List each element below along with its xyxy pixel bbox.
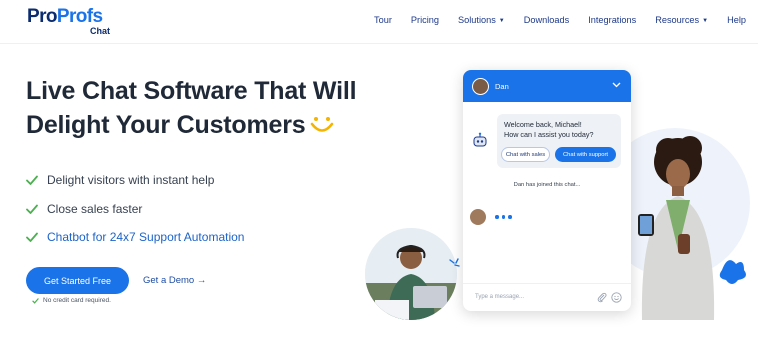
- chat-widget: Dan Welcome back, Michael! How can I ass…: [463, 70, 631, 311]
- splash-icon: [719, 260, 746, 284]
- customer-illustration: [628, 130, 738, 320]
- sparkle-icon: [449, 258, 460, 267]
- agent-avatar: [470, 209, 486, 225]
- message-input[interactable]: Type a message...: [475, 294, 524, 300]
- chevron-down-icon: ▼: [498, 18, 505, 24]
- feature-text: Close sales faster: [47, 201, 143, 216]
- agent-avatar: [472, 77, 489, 95]
- nav-tour[interactable]: Tour: [374, 15, 392, 25]
- nav-solutions[interactable]: Solutions ▼: [458, 15, 505, 25]
- customer-image: [638, 136, 715, 320]
- nav-downloads[interactable]: Downloads: [524, 15, 569, 25]
- no-credit-card-note: No credit card required.: [32, 297, 111, 304]
- logo-subtitle: Chat: [90, 26, 110, 36]
- get-demo-link[interactable]: Get a Demo →: [143, 275, 206, 286]
- check-icon: [32, 298, 39, 304]
- agent-image: [365, 228, 457, 320]
- chat-with-sales-button[interactable]: Chat with sales: [501, 147, 550, 162]
- logo-wordmark: ProProfs: [27, 6, 103, 27]
- get-started-button[interactable]: Get Started Free: [26, 267, 129, 294]
- chevron-down-icon[interactable]: [612, 82, 621, 88]
- check-icon: [26, 175, 38, 186]
- agent-name: Dan: [495, 81, 509, 91]
- chat-header[interactable]: Dan: [463, 70, 631, 102]
- check-icon: [26, 232, 38, 243]
- feature-item: Delight visitors with instant help: [26, 166, 244, 195]
- feature-list: Delight visitors with instant help Close…: [26, 166, 244, 252]
- proprofs-chat-logo[interactable]: ProProfs Chat: [27, 6, 117, 38]
- check-icon: [26, 204, 38, 214]
- chat-with-support-button[interactable]: Chat with support: [555, 147, 616, 162]
- headline-line-1: Live Chat Software That Will: [26, 77, 357, 105]
- feature-item: Close sales faster: [26, 195, 244, 224]
- bot-icon: [473, 132, 487, 147]
- feature-item-link[interactable]: Chatbot for 24x7 Support Automation: [26, 223, 244, 252]
- typing-indicator: [495, 215, 512, 219]
- nav-pricing[interactable]: Pricing: [411, 15, 439, 25]
- attachment-icon[interactable]: [597, 292, 607, 303]
- nav-help[interactable]: Help: [727, 15, 746, 25]
- top-navbar: ProProfs Chat Tour Pricing Solutions ▼ Do…: [0, 0, 758, 44]
- main-menu: Tour Pricing Solutions ▼ Downloads Integr…: [355, 15, 746, 25]
- feature-text[interactable]: Chatbot for 24x7 Support Automation: [47, 230, 244, 244]
- chevron-down-icon: ▼: [702, 18, 709, 24]
- headline-line-2: Delight Your Customers: [26, 108, 386, 142]
- emoji-icon[interactable]: [611, 292, 622, 303]
- nav-resources[interactable]: Resources ▼: [655, 15, 708, 25]
- feature-text: Delight visitors with instant help: [47, 173, 215, 188]
- nav-integrations[interactable]: Integrations: [588, 15, 636, 25]
- greeting-line-1: Welcome back, Michael!: [504, 120, 582, 129]
- hero-headline: Live Chat Software That Will Delight You…: [26, 74, 386, 142]
- message-input-row: Type a message...: [463, 283, 631, 311]
- agent-joined-notice: Dan has joined this chat...: [513, 182, 581, 188]
- smile-icon: [311, 117, 334, 132]
- greeting-line-2: How can I assist you today?: [504, 130, 594, 139]
- support-agent-illustration: [365, 228, 457, 320]
